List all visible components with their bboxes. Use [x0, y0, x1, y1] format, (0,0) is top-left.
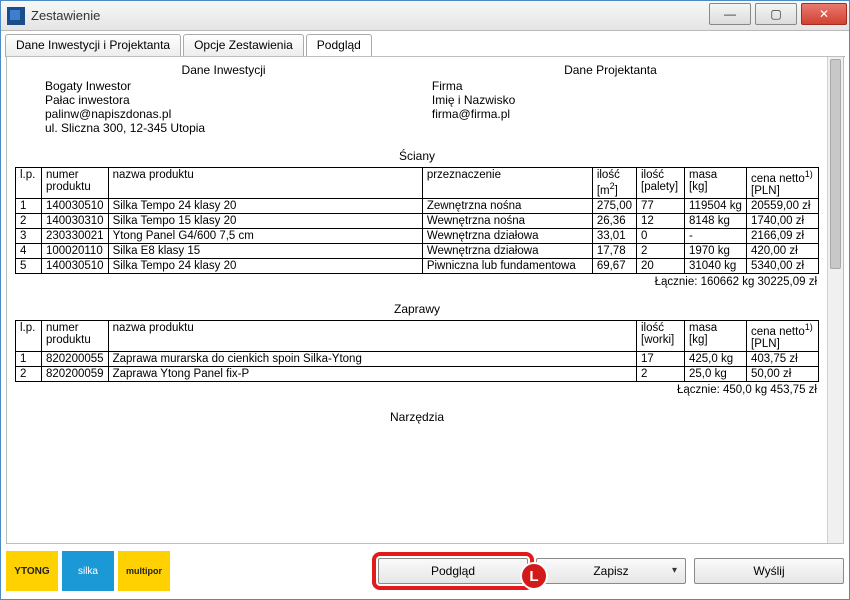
investment-line: ul. Sliczna 300, 12-345 Utopia — [45, 121, 402, 135]
walls-summary: Łącznie: 160662 kg 30225,09 zł — [15, 276, 819, 288]
window-title: Zestawienie — [31, 8, 707, 23]
designer-info: Dane Projektanta Firma Imię i Nazwisko f… — [432, 63, 789, 135]
table-row: 3230330021Ytong Panel G4/600 7,5 cmWewnę… — [16, 228, 819, 243]
window-controls: — ▢ ✕ — [707, 1, 849, 30]
table-row: 1820200055Zaprawa murarska do cienkich s… — [16, 351, 819, 366]
col-numer: numer produktu — [42, 320, 109, 351]
col-przez: przeznaczenie — [422, 168, 592, 199]
col-numer: numer produktu — [42, 168, 109, 199]
scroll-thumb[interactable] — [830, 59, 841, 269]
callout-badge: L — [520, 562, 548, 590]
col-lp: l.p. — [16, 320, 42, 351]
minimize-button[interactable]: — — [709, 3, 751, 25]
tab-investment-data[interactable]: Dane Inwestycji i Projektanta — [5, 34, 181, 57]
silka-logo: silka — [62, 551, 114, 591]
col-m2: ilość[m2] — [592, 168, 636, 199]
col-palety: ilość[palety] — [637, 168, 685, 199]
tab-options[interactable]: Opcje Zestawienia — [183, 34, 304, 57]
investment-line: Bogaty Inwestor — [45, 79, 402, 93]
investment-line: Pałac inwestora — [45, 93, 402, 107]
table-row: 2820200059Zaprawa Ytong Panel fix-P225,0… — [16, 366, 819, 381]
mortars-table: l.p. numer produktu nazwa produktu ilość… — [15, 320, 819, 382]
app-icon — [7, 7, 25, 25]
ytong-logo: YTONG — [6, 551, 58, 591]
table-row: 5140030510Silka Tempo 24 klasy 20Piwnicz… — [16, 258, 819, 273]
investment-line: palinw@napiszdonas.pl — [45, 107, 402, 121]
walls-title: Ściany — [15, 149, 819, 163]
designer-line: Firma — [432, 79, 789, 93]
col-cena: cena netto1)[PLN] — [747, 168, 819, 199]
mortars-title: Zaprawy — [15, 302, 819, 316]
col-cena: cena netto1)[PLN] — [747, 320, 819, 351]
tools-title: Narzędzia — [15, 410, 819, 424]
investment-heading: Dane Inwestycji — [45, 63, 402, 77]
send-button[interactable]: Wyślij — [694, 558, 844, 584]
brand-logos: YTONG silka multipor — [6, 551, 170, 591]
mortars-summary: Łącznie: 450,0 kg 453,75 zł — [15, 384, 819, 396]
col-worki: ilość[worki] — [637, 320, 685, 351]
designer-line: Imię i Nazwisko — [432, 93, 789, 107]
table-row: 4100020110Silka E8 klasy 15Wewnętrzna dz… — [16, 243, 819, 258]
col-masa: masa[kg] — [685, 320, 747, 351]
table-row: 2140030310Silka Tempo 15 klasy 20Wewnętr… — [16, 213, 819, 228]
tab-preview[interactable]: Podgląd — [306, 34, 372, 57]
tabs: Dane Inwestycji i Projektanta Opcje Zest… — [5, 33, 845, 57]
designer-heading: Dane Projektanta — [432, 63, 789, 77]
save-button[interactable]: Zapisz — [536, 558, 686, 584]
content-panel: Dane Inwestycji Bogaty Inwestor Pałac in… — [6, 56, 844, 544]
multipor-logo: multipor — [118, 551, 170, 591]
col-nazwa: nazwa produktu — [108, 320, 636, 351]
footer: YTONG silka multipor Podgląd Zapisz Wyśl… — [6, 548, 844, 594]
close-button[interactable]: ✕ — [801, 3, 847, 25]
col-nazwa: nazwa produktu — [108, 168, 422, 199]
scroll-area: Dane Inwestycji Bogaty Inwestor Pałac in… — [7, 57, 827, 543]
scrollbar[interactable] — [827, 57, 843, 543]
preview-button[interactable]: Podgląd — [378, 558, 528, 584]
col-masa: masa[kg] — [685, 168, 747, 199]
designer-line: firma@firma.pl — [432, 107, 789, 121]
titlebar: Zestawienie — ▢ ✕ — [1, 1, 849, 31]
maximize-button[interactable]: ▢ — [755, 3, 797, 25]
table-row: 1140030510Silka Tempo 24 klasy 20Zewnętr… — [16, 198, 819, 213]
footer-buttons: Podgląd Zapisz Wyślij — [378, 558, 844, 584]
col-lp: l.p. — [16, 168, 42, 199]
investment-info: Dane Inwestycji Bogaty Inwestor Pałac in… — [45, 63, 402, 135]
walls-table: l.p. numer produktu nazwa produktu przez… — [15, 167, 819, 274]
